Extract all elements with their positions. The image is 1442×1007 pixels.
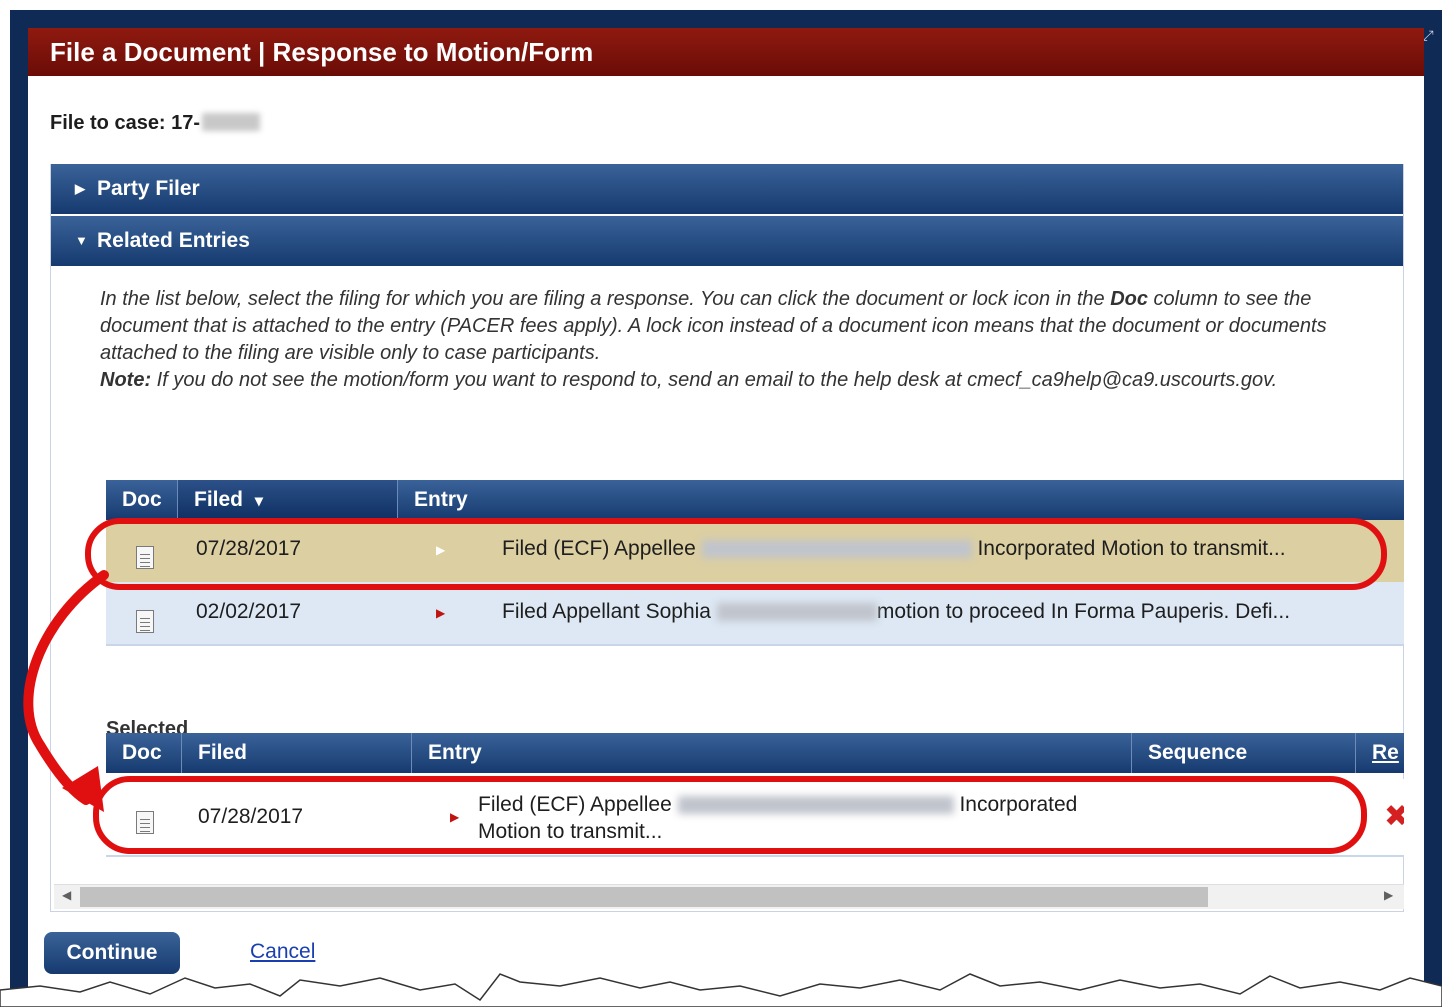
column-sequence: Sequence [1132, 733, 1356, 773]
filed-date: 02/02/2017 [196, 600, 302, 623]
related-grid-header: Doc Filed ▾ Entry [106, 480, 1404, 520]
column-filed: Filed [182, 733, 412, 773]
redacted-case-number [202, 113, 261, 131]
table-row[interactable]: 02/02/2017 ▶ Filed Appellant Sophia moti… [106, 582, 1404, 646]
column-doc: Doc [106, 733, 182, 773]
scroll-right-icon[interactable]: ▶ [1384, 888, 1393, 902]
related-entries-grid: Doc Filed ▾ Entry 07/28/2017 ▶ Filed (EC… [106, 480, 1404, 652]
column-entry: Entry [414, 488, 468, 511]
entry-suffix: Incorporated Motion to transmit... [977, 537, 1286, 560]
table-row-selected[interactable]: 07/28/2017 ▶ Filed (ECF) Appellee Incorp… [106, 520, 1404, 582]
section-party-filer-label: Party Filer [97, 177, 200, 200]
redacted-party-name [701, 540, 972, 558]
entry-text: Filed Appellant Sophia motion to proceed… [502, 600, 1290, 624]
caret-down-icon: ▼ [75, 233, 88, 248]
selected-entries-grid: Doc Filed Entry Sequence Re 07/28/2017 ▶… [106, 733, 1404, 883]
filed-date: 07/28/2017 [196, 537, 302, 560]
instructions-part1: In the list below, select the filing for… [100, 288, 1111, 310]
document-icon[interactable] [136, 546, 154, 569]
redacted-party-name [677, 796, 954, 814]
filed-date: 07/28/2017 [198, 805, 304, 828]
entry-suffix: Incorporated [959, 793, 1078, 816]
section-related-entries-label: Related Entries [97, 229, 250, 252]
case-number-line: File to case: 17- [50, 112, 261, 135]
section-related-entries[interactable]: ▼ Related Entries [51, 216, 1403, 266]
column-remove[interactable]: Re [1356, 733, 1404, 773]
document-icon[interactable] [136, 610, 154, 633]
file-document-dialog: File a Document | Response to Motion/For… [28, 28, 1424, 1007]
scroll-left-icon[interactable]: ◀ [62, 888, 71, 902]
caret-right-icon[interactable]: ▶ [450, 810, 459, 824]
entry-text: Filed (ECF) Appellee Incorporated Motion… [478, 791, 1077, 845]
entry-prefix: Filed Appellant Sophia [502, 600, 711, 623]
entry-text: Filed (ECF) Appellee Incorporated Motion… [502, 537, 1286, 561]
entry-suffix: motion to proceed In Forma Pauperis. Def… [876, 600, 1291, 623]
sort-desc-icon: ▾ [254, 493, 263, 510]
instructions-doc-word: Doc [1110, 288, 1148, 310]
note-text: If you do not see the motion/form you wa… [151, 369, 1278, 391]
torn-edge [0, 973, 1442, 1007]
redacted-party-name [716, 603, 877, 621]
caret-right-icon: ▶ [75, 181, 85, 196]
scrollbar-thumb[interactable] [80, 887, 1208, 907]
table-row[interactable]: 07/28/2017 ▶ Filed (ECF) Appellee Incorp… [106, 779, 1404, 857]
instructions-text: In the list below, select the filing for… [100, 286, 1360, 394]
remove-x-icon[interactable]: ✖ [1384, 799, 1404, 834]
column-doc: Doc [106, 480, 178, 520]
entry-prefix: Filed (ECF) Appellee [478, 793, 672, 816]
entry-line2: Motion to transmit... [478, 820, 663, 843]
caret-right-icon[interactable]: ▶ [436, 543, 445, 557]
entry-prefix: Filed (ECF) Appellee [502, 537, 696, 560]
column-filed[interactable]: Filed ▾ [178, 480, 398, 520]
document-icon[interactable] [136, 811, 154, 834]
case-label: File to case: 17- [50, 112, 201, 134]
column-filed-label: Filed [194, 488, 244, 511]
horizontal-scrollbar[interactable]: ◀ ▶ [54, 884, 1404, 909]
section-party-filer[interactable]: ▶ Party Filer [51, 164, 1403, 214]
note-label: Note: [100, 369, 152, 391]
caret-right-icon[interactable]: ▶ [436, 606, 445, 620]
column-entry: Entry [412, 733, 1132, 773]
dialog-title: File a Document | Response to Motion/For… [28, 28, 1424, 76]
selected-grid-header: Doc Filed Entry Sequence Re [106, 733, 1404, 773]
